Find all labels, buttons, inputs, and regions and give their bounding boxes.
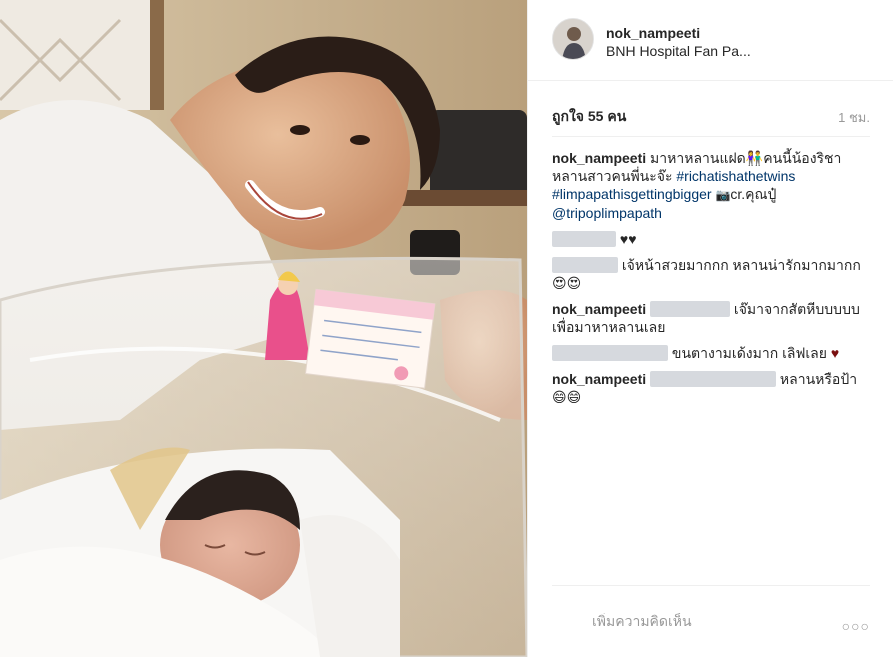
comment-username[interactable]: nok_nampeeti [552,371,646,387]
comment-item: nok_nampeeti หลานหรือป้า😄😄 [552,370,870,406]
comment-item: ♥♥ [552,230,870,248]
avatar[interactable] [552,18,594,60]
comment-text: ♥♥ [619,231,637,247]
more-options-icon[interactable]: ○○○ [842,618,870,634]
family-emoji: 👫 [745,150,764,166]
comment-item: ขนตางามเด้งมาก เลิฟเลย ♥ [552,344,870,362]
comment-item: เจ้หน้าสวยมากกก หลานน่ารักมากมากก😍😍 [552,256,870,292]
post-sidebar: nok_nampeeti BNH Hospital Fan Pa... ถูกใ… [527,0,893,657]
comment-footer: ○○○ [552,585,870,658]
post-username[interactable]: nok_nampeeti [606,25,700,41]
redacted-mention [650,371,777,387]
post-header: nok_nampeeti BNH Hospital Fan Pa... [528,0,893,81]
comment-item: nok_nampeeti เจ๊มาจากสัตหีบบบบบ เพื่อมาห… [552,300,870,336]
hashtag-richatishathetwins[interactable]: #richatishathetwins [676,168,795,184]
redacted-username [552,231,616,247]
post-location[interactable]: BNH Hospital Fan Pa... [606,43,751,59]
heart-icon: ♥ [830,345,840,361]
avatar-photo-icon [553,19,593,59]
post-photo[interactable] [0,0,527,657]
caption-credit: cr.คุณปู๋ [730,186,777,202]
hashtag-limpapathisgettingbigger[interactable]: #limpapathisgettingbigger [552,186,712,202]
redacted-mention [650,301,731,317]
caption: nok_nampeeti มาหาหลานแฝด👫คนนี้น้องริชา ห… [552,149,870,222]
photo-image [0,0,527,657]
redacted-username [552,257,618,273]
comment-text: ขนตางามเด้งมาก เลิฟเลย [671,345,827,361]
camera-icon: 📷 [715,188,731,202]
caption-text: มาหาหลานแฝด [650,150,746,166]
comments-list: nok_nampeeti มาหาหลานแฝด👫คนนี้น้องริชา ห… [552,136,870,414]
post-time[interactable]: 1 ชม. [838,107,870,128]
likes-count[interactable]: ถูกใจ 55 คน [552,106,626,128]
likes-row: ถูกใจ 55 คน 1 ชม. [552,106,870,126]
comment-username[interactable]: nok_nampeeti [552,301,646,317]
redacted-username [552,345,668,361]
mention-tripoplimpapath[interactable]: @tripoplimpapath [552,205,662,221]
caption-username[interactable]: nok_nampeeti [552,150,646,166]
add-comment-input[interactable] [592,613,812,629]
